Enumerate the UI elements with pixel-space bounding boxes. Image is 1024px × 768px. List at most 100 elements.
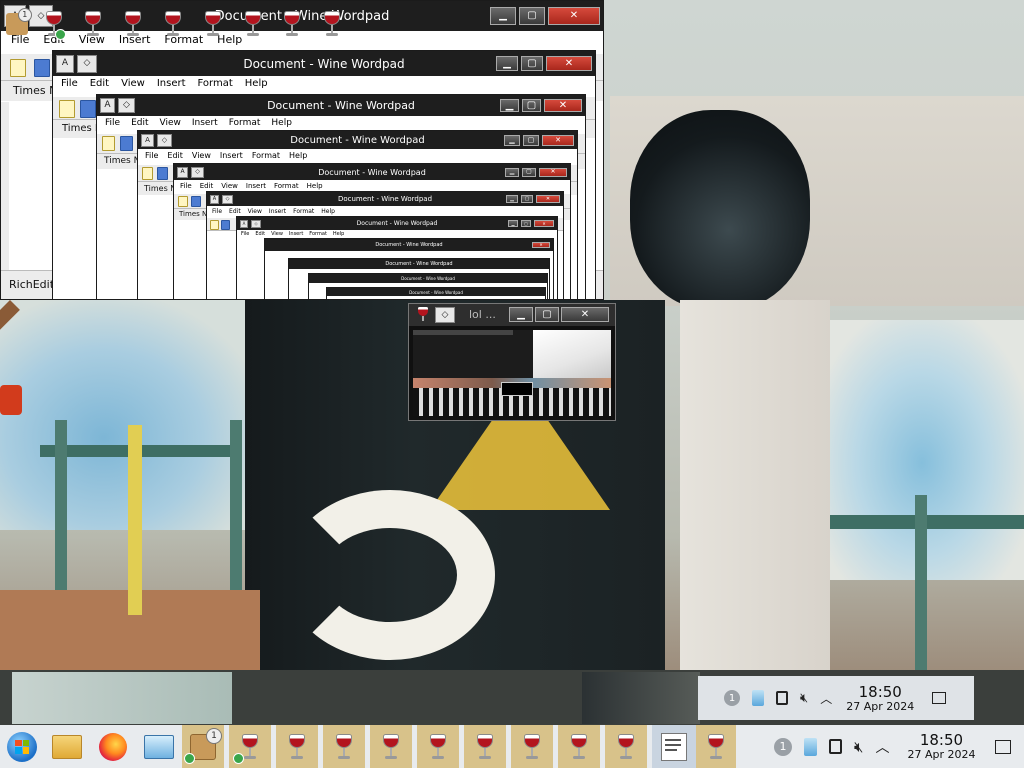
taskbar-wine-app[interactable]	[511, 725, 553, 768]
open-document-icon[interactable]	[80, 100, 96, 118]
file-explorer-button[interactable]	[44, 727, 90, 767]
maximize-button[interactable]: ▢	[521, 220, 531, 227]
taskbar-wine-app-mini[interactable]: 1	[0, 4, 34, 44]
window-menu-icon[interactable]: ◇	[435, 307, 455, 323]
control-panel-button[interactable]	[136, 727, 182, 767]
window-menu-icon[interactable]: ◇	[191, 166, 204, 178]
close-button[interactable]: ✕	[536, 195, 560, 203]
close-button[interactable]: ✕	[542, 134, 574, 146]
font-name-box[interactable]: Times N	[144, 184, 176, 193]
minimize-button[interactable]: ▁	[508, 220, 518, 227]
title-bar[interactable]: A ◇ Document - Wine Wordpad ▁ ▢ ✕	[97, 95, 585, 116]
menu-file[interactable]: File	[180, 182, 192, 193]
firefox-button[interactable]	[90, 727, 136, 767]
title-bar[interactable]: A ◇ Document - Wine Wordpad ▁ ▢ ✕	[237, 217, 557, 230]
menu-file[interactable]: File	[61, 78, 78, 96]
wordpad-window[interactable]: Document - Wine Wordpad	[326, 287, 546, 300]
notification-count-icon[interactable]: 1	[724, 690, 740, 706]
menu-file[interactable]: File	[145, 151, 158, 164]
open-document-icon[interactable]	[221, 220, 230, 230]
show-desktop-icon[interactable]	[995, 739, 1012, 754]
maximize-button[interactable]: ▢	[535, 307, 559, 322]
taskbar-wine-app[interactable]	[370, 725, 412, 768]
menu-file[interactable]: File	[105, 118, 120, 133]
clock-reflection[interactable]: 18:50 27 Apr 2024	[846, 684, 914, 713]
minimize-button[interactable]: ▁	[496, 56, 518, 71]
speaker-muted-icon[interactable]: 🔇︎	[854, 738, 863, 756]
taskbar-wordpad[interactable]	[652, 725, 696, 768]
close-button[interactable]: ✕	[546, 56, 592, 71]
open-document-icon[interactable]	[157, 167, 168, 180]
close-button[interactable]: ✕	[539, 167, 567, 177]
title-bar[interactable]: Document - Wine Wordpad	[309, 274, 547, 283]
minimize-button[interactable]: ▁	[500, 99, 519, 112]
minimize-button[interactable]: ▁	[509, 307, 533, 322]
title-bar[interactable]: A ◇ Document - Wine Wordpad ▁ ▢ ✕	[53, 51, 595, 76]
title-bar[interactable]: A ◇ Document - Wine Wordpad ▁ ▢ ✕	[174, 164, 570, 180]
wordpad-app-icon[interactable]: A	[177, 166, 188, 178]
new-document-icon[interactable]	[59, 100, 75, 118]
new-document-icon[interactable]	[102, 136, 115, 151]
taskbar-wine-app-mini[interactable]	[312, 4, 352, 44]
clipboard-icon[interactable]	[752, 690, 764, 706]
menu-file[interactable]: File	[212, 208, 222, 217]
thumbnail-title-bar[interactable]: ◇ lol ... ▁ ▢ ✕	[409, 304, 615, 326]
taskbar-wine-app[interactable]	[696, 725, 736, 768]
speaker-muted-icon[interactable]: 🔇︎	[800, 691, 808, 706]
clock[interactable]: 18:50 27 Apr 2024	[907, 732, 975, 761]
taskbar-wine-app-mini[interactable]	[113, 4, 153, 44]
maximize-button[interactable]: ▢	[519, 7, 545, 25]
taskbar-wine-app[interactable]	[276, 725, 318, 768]
new-document-icon[interactable]	[10, 59, 26, 77]
close-button[interactable]: ✕	[548, 7, 600, 25]
new-document-icon[interactable]	[210, 220, 219, 230]
taskbar-wine-app[interactable]	[605, 725, 647, 768]
start-button[interactable]	[0, 727, 44, 767]
font-name-box[interactable]: Times N	[104, 156, 140, 166]
close-button[interactable]: ✕	[561, 307, 609, 322]
maximize-button[interactable]: ▢	[522, 99, 541, 112]
menu-file[interactable]: File	[241, 231, 249, 239]
wordpad-app-icon[interactable]: A	[240, 219, 248, 228]
taskbar-wine-app-mini[interactable]	[193, 4, 233, 44]
title-bar[interactable]: Document - Wine Wordpad	[327, 288, 545, 296]
minimize-button[interactable]: ▁	[504, 134, 520, 146]
minimize-button[interactable]: ▁	[490, 7, 516, 25]
wordpad-app-icon[interactable]: A	[56, 54, 74, 73]
minimize-button[interactable]: ▁	[506, 195, 518, 203]
window-menu-icon[interactable]: ◇	[118, 98, 135, 113]
window-menu-icon[interactable]: ◇	[222, 194, 233, 204]
wordpad-app-icon[interactable]: A	[210, 194, 219, 204]
taskbar-wine-app[interactable]	[417, 725, 459, 768]
window-menu-icon[interactable]: ◇	[251, 219, 261, 228]
close-button[interactable]: ✕	[544, 99, 582, 112]
thumbnail-window[interactable]: ◇ lol ... ▁ ▢ ✕	[408, 303, 616, 421]
wordpad-app-icon[interactable]: A	[100, 98, 115, 113]
open-document-icon[interactable]	[34, 59, 50, 77]
taskbar-wine-app[interactable]: 1	[182, 725, 224, 768]
new-document-icon[interactable]	[142, 167, 153, 180]
battery-icon[interactable]	[776, 691, 788, 705]
title-bar[interactable]: Document - Wine Wordpad ✕	[265, 239, 553, 251]
window-menu-icon[interactable]: ◇	[77, 54, 97, 73]
clipboard-icon[interactable]	[804, 737, 817, 756]
taskbar-wine-app[interactable]	[323, 725, 365, 768]
chevron-up-icon[interactable]: ︿	[820, 690, 832, 707]
chevron-up-icon[interactable]: ︿	[875, 737, 889, 757]
taskbar-wine-app-mini[interactable]	[74, 4, 114, 44]
title-bar[interactable]: Document - Wine Wordpad	[289, 259, 549, 269]
taskbar-wine-app-mini[interactable]	[273, 4, 313, 44]
taskbar-wine-app[interactable]	[229, 725, 271, 768]
title-bar[interactable]: A ◇ Document - Wine Wordpad ▁ ▢ ✕	[207, 192, 563, 206]
taskbar-wine-app[interactable]	[558, 725, 600, 768]
maximize-button[interactable]: ▢	[523, 134, 539, 146]
battery-icon[interactable]	[829, 739, 842, 754]
new-document-icon[interactable]	[178, 196, 188, 207]
close-button[interactable]: ✕	[532, 242, 550, 248]
font-name-box[interactable]: Times N	[13, 84, 57, 97]
taskbar-wine-app-mini[interactable]	[153, 4, 193, 44]
open-document-icon[interactable]	[120, 136, 133, 151]
taskbar-wine-app[interactable]	[464, 725, 506, 768]
maximize-button[interactable]: ▢	[521, 56, 543, 71]
taskbar-wine-app-mini[interactable]	[233, 4, 273, 44]
